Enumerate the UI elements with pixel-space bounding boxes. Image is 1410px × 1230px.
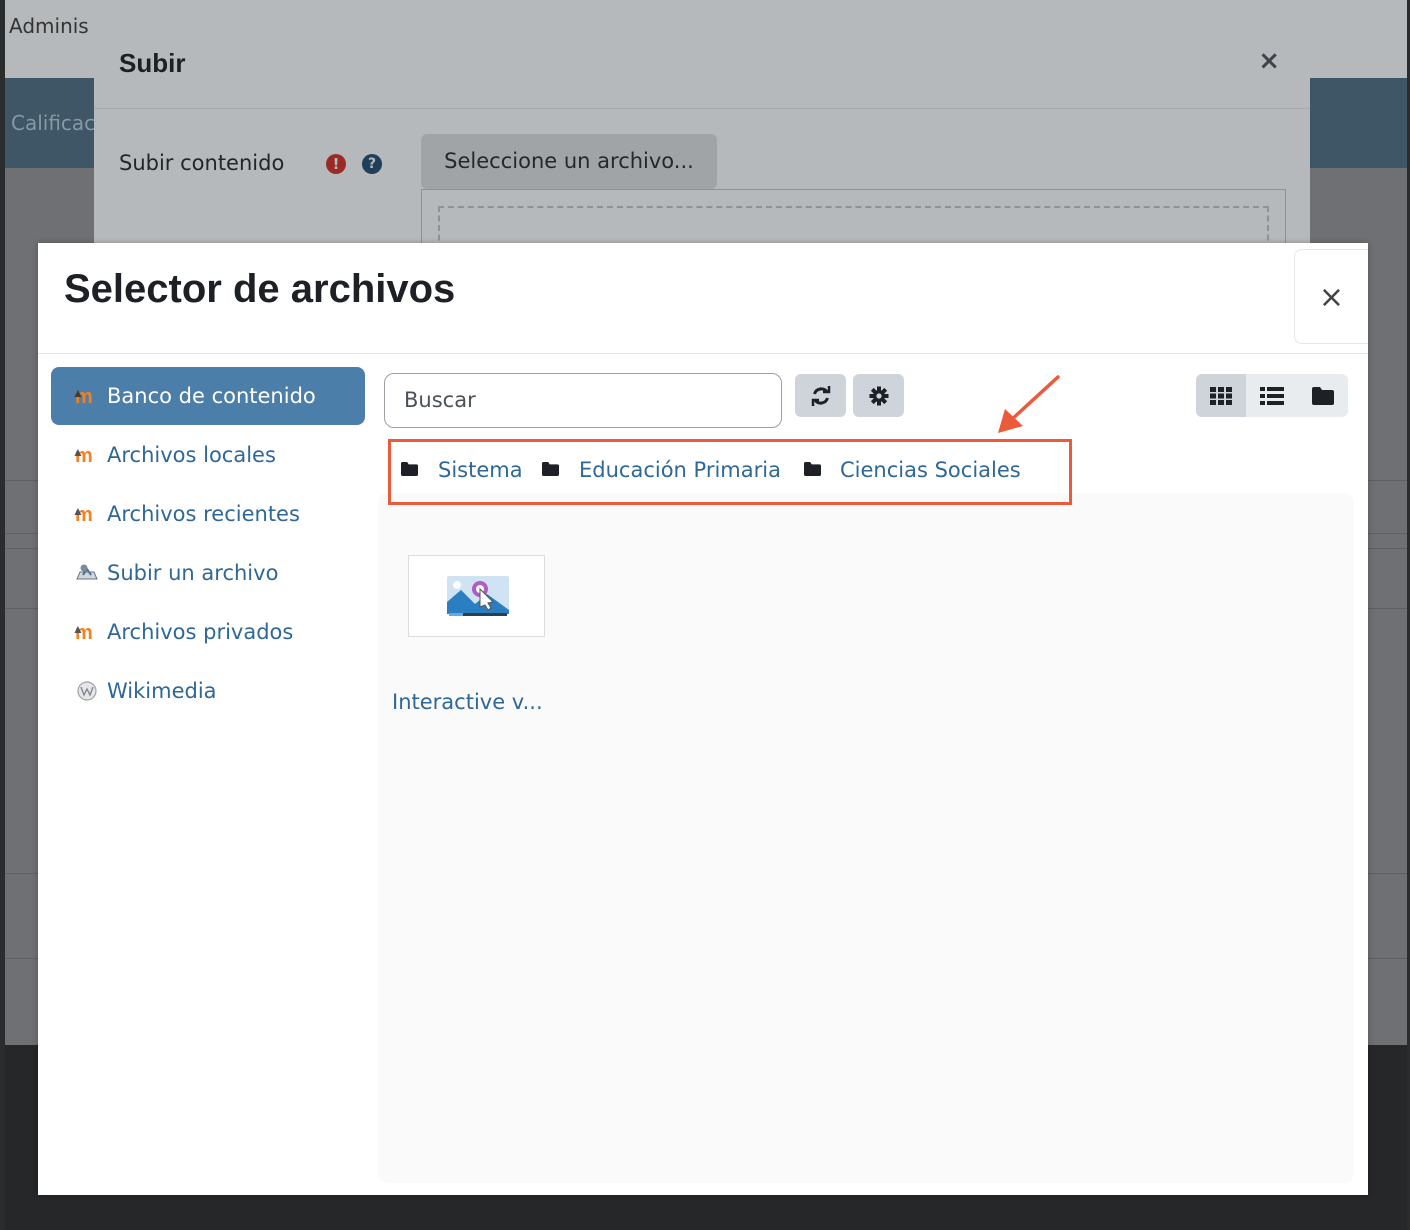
repository-item-upload[interactable]: Subir un archivo [51,544,365,602]
file-picker-header: Selector de archivos × [38,243,1368,354]
repository-item-label: Banco de contenido [107,384,316,408]
settings-button[interactable] [853,374,904,417]
list-icon [1260,386,1284,405]
gear-icon [869,386,888,405]
repository-item-content-bank[interactable]: ▲ m Banco de contenido [51,367,365,425]
file-picker-title: Selector de archivos [64,267,456,311]
interactive-video-icon [447,576,509,616]
folder-icon [1312,386,1334,405]
list-view-button[interactable] [1247,374,1297,417]
upload-content-label: Subir contenido [119,151,285,175]
background-topbar-text: Adminis [9,14,89,38]
moodle-icon: ▲ m [72,445,93,467]
file-picker-close-button[interactable]: × [1294,249,1368,344]
left-edge [0,0,5,1230]
grid-icon [1210,386,1232,405]
moodle-icon: ▲ m [72,622,93,644]
grid-view-button[interactable] [1196,374,1246,417]
file-item-thumbnail[interactable] [408,555,545,637]
wikimedia-icon [77,681,97,701]
upload-icon [76,564,98,580]
search-input[interactable]: Buscar [384,373,782,428]
repository-item-label: Archivos recientes [107,502,300,526]
repository-item-local-files[interactable]: ▲ m Archivos locales [51,426,365,484]
repository-item-wikimedia[interactable]: Wikimedia [51,662,365,720]
background-navbar-text: Calificac [11,111,96,135]
question-circle-icon[interactable]: ? [362,154,382,174]
upload-modal: Subir × Subir contenido ! ? Seleccione u… [94,14,1310,288]
upload-modal-header: Subir × [94,14,1310,109]
moodle-icon: ▲ m [72,386,93,408]
choose-file-button[interactable]: Seleccione un archivo... [421,134,717,189]
refresh-button[interactable] [795,374,846,417]
upload-modal-close-button[interactable]: × [1258,46,1280,76]
upload-modal-title: Subir [119,48,186,78]
repository-item-recent-files[interactable]: ▲ m Archivos recientes [51,485,365,543]
repository-item-private-files[interactable]: ▲ m Archivos privados [51,603,365,661]
file-picker-dialog: Selector de archivos × ▲ m Banco de conte… [38,243,1368,1195]
exclamation-circle-icon: ! [326,154,346,174]
annotation-arrow-icon [998,375,1060,433]
annotation-highlight-box [388,439,1072,505]
repository-item-label: Archivos privados [107,620,294,644]
view-toggle-group [1196,374,1348,417]
repository-nav: ▲ m Banco de contenido ▲ m Archivos locale… [51,367,365,721]
repository-item-label: Archivos locales [107,443,276,467]
refresh-icon [811,385,830,406]
file-item-name[interactable]: Interactive v... [392,690,543,714]
repository-item-label: Wikimedia [107,679,217,703]
repository-item-label: Subir un archivo [107,561,279,585]
tree-view-button[interactable] [1298,374,1348,417]
moodle-icon: ▲ m [72,504,93,526]
